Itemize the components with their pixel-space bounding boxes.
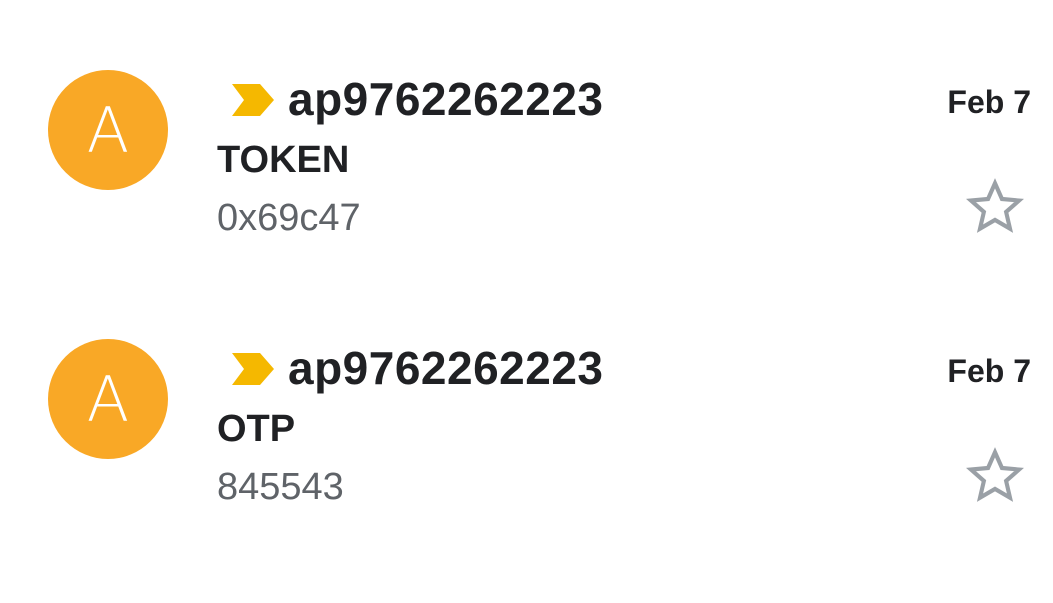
sender-avatar[interactable]: A	[48, 70, 168, 190]
email-row[interactable]: A ap9762262223 OTP 845543 Feb 7	[0, 269, 1053, 509]
sender-name: ap9762262223	[288, 73, 604, 125]
email-subject: OTP	[217, 408, 296, 450]
email-list: A ap9762262223 TOKEN 0x69c47 Feb 7 A ap9…	[0, 0, 1053, 603]
sender-name: ap9762262223	[288, 342, 604, 394]
sender-avatar[interactable]: A	[48, 339, 168, 459]
email-date: Feb 7	[947, 353, 1031, 389]
important-marker-icon[interactable]	[232, 84, 274, 116]
important-marker-icon[interactable]	[232, 353, 274, 385]
email-subject: TOKEN	[217, 139, 350, 181]
avatar-letter: A	[86, 93, 130, 167]
star-icon[interactable]	[964, 176, 1026, 238]
email-snippet: 0x69c47	[217, 197, 361, 239]
star-icon[interactable]	[964, 445, 1026, 507]
email-row[interactable]: A ap9762262223 TOKEN 0x69c47 Feb 7	[0, 0, 1053, 240]
email-date: Feb 7	[947, 84, 1031, 120]
email-snippet: 845543	[217, 466, 344, 508]
avatar-letter: A	[86, 362, 130, 436]
